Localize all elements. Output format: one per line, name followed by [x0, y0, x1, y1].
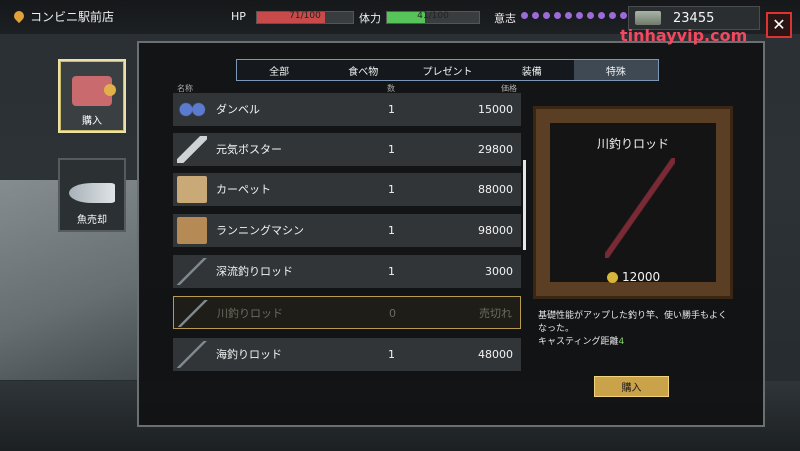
money-value: 23455: [673, 10, 715, 26]
rod-icon: [178, 300, 208, 327]
tab-equipment[interactable]: 装備: [490, 60, 574, 80]
booster-icon: [177, 136, 207, 163]
dumbbell-icon: [177, 96, 207, 123]
fish-icon: [69, 183, 115, 203]
sell-fish-label: 魚売却: [77, 215, 107, 226]
description-text: 基礎性能がアップした釣り竿、使い勝手もよくなった。: [538, 311, 728, 334]
item-description: 基礎性能がアップした釣り竿、使い勝手もよくなった。 キャスティング距離4: [538, 310, 733, 349]
list-item-selected[interactable]: 川釣りロッド 0 売切れ: [173, 296, 521, 329]
list-item[interactable]: カーペット 1 88000: [173, 173, 521, 206]
will-dot: [532, 12, 539, 19]
wallet-icon: [72, 76, 116, 106]
will-dot: [521, 12, 528, 19]
item-name: 海釣りロッド: [216, 348, 282, 361]
detail-price: 12000: [607, 270, 660, 284]
coin-icon: [607, 271, 618, 283]
location: コンビニ駅前店: [14, 8, 114, 25]
item-qty: 0: [389, 307, 396, 320]
will-dot: [565, 12, 572, 19]
buy-mode-label: 購入: [82, 116, 102, 127]
category-tabs: 全部 食べ物 プレゼント 装備 特殊: [236, 59, 659, 81]
item-price: 売切れ: [479, 307, 512, 320]
item-name: カーペット: [216, 183, 271, 196]
detail-title: 川釣りロッド: [596, 137, 669, 151]
buy-mode-button[interactable]: 購入: [58, 59, 126, 133]
will-dot: [609, 12, 616, 19]
item-name: ランニングマシン: [216, 224, 304, 237]
will-label: 意志: [494, 12, 516, 25]
cash-icon: [635, 11, 661, 25]
fishing-rod-image: [605, 158, 675, 258]
list-item[interactable]: ダンベル 1 15000: [173, 93, 521, 126]
item-qty: 1: [388, 348, 395, 361]
item-qty: 1: [388, 224, 395, 237]
watermark: tinhayvip.com: [620, 26, 748, 45]
list-scrollbar[interactable]: [523, 160, 526, 250]
will-dot: [598, 12, 605, 19]
item-preview: 川釣りロッド: [550, 123, 716, 282]
will-dot: [587, 12, 594, 19]
tab-present[interactable]: プレゼント: [405, 60, 489, 80]
casting-distance-label: キャスティング距離: [538, 337, 619, 347]
item-name: ダンベル: [216, 103, 260, 116]
treadmill-icon: [177, 217, 207, 244]
item-price: 3000: [485, 265, 513, 278]
stamina-label: 体力: [359, 12, 381, 25]
hp-bar: 71/100: [256, 11, 354, 24]
item-name: 元気ボスター: [216, 143, 282, 156]
close-icon[interactable]: ✕: [766, 12, 792, 38]
will-dot: [554, 12, 561, 19]
item-price: 48000: [478, 348, 513, 361]
list-item[interactable]: 元気ボスター 1 29800: [173, 133, 521, 166]
casting-distance-value: 4: [618, 337, 625, 347]
will-meter: [521, 12, 638, 19]
item-price: 98000: [478, 224, 513, 237]
tab-special[interactable]: 特殊: [573, 60, 659, 80]
rod-icon: [177, 258, 207, 285]
item-price: 88000: [478, 183, 513, 196]
item-qty: 1: [388, 265, 395, 278]
hp-value: 71/100: [289, 11, 321, 21]
hp-label: HP: [231, 10, 246, 23]
stamina-value: 41/100: [417, 11, 449, 21]
item-name: 川釣りロッド: [217, 307, 283, 320]
will-dot: [620, 12, 627, 19]
buy-button[interactable]: 購入: [594, 376, 669, 397]
tab-food[interactable]: 食べ物: [321, 60, 405, 80]
rod-icon: [177, 341, 207, 368]
sell-fish-button[interactable]: 魚売却: [58, 158, 126, 232]
location-pin-icon: [14, 11, 24, 23]
list-item[interactable]: 深流釣りロッド 1 3000: [173, 255, 521, 288]
item-qty: 1: [388, 103, 395, 116]
location-name: コンビニ駅前店: [30, 10, 115, 24]
item-qty: 1: [388, 143, 395, 156]
item-name: 深流釣りロッド: [216, 265, 293, 278]
detail-price-value: 12000: [622, 270, 661, 284]
tab-all[interactable]: 全部: [237, 60, 321, 80]
stamina-bar: 41/100: [386, 11, 480, 24]
item-price: 15000: [478, 103, 513, 116]
item-qty: 1: [388, 183, 395, 196]
will-dot: [543, 12, 550, 19]
will-dot: [576, 12, 583, 19]
list-item[interactable]: ランニングマシン 1 98000: [173, 214, 521, 247]
list-item[interactable]: 海釣りロッド 1 48000: [173, 338, 521, 371]
item-price: 29800: [478, 143, 513, 156]
carpet-icon: [177, 176, 207, 203]
